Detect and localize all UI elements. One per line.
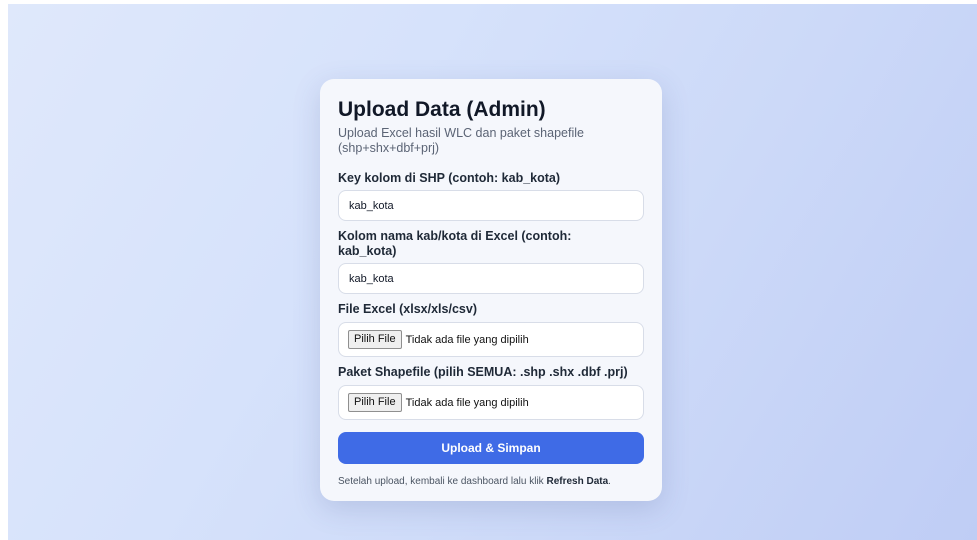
shapefile-label: Paket Shapefile (pilih SEMUA: .shp .shx … xyxy=(338,365,628,379)
excel-file-status: Tidak ada file yang dipilih xyxy=(405,333,529,346)
upload-card: Upload Data (Admin) Upload Excel hasil W… xyxy=(320,79,662,501)
shp-key-input[interactable] xyxy=(338,190,644,221)
page-title: Upload Data (Admin) xyxy=(338,98,546,121)
shp-key-label: Key kolom di SHP (contoh: kab_kota) xyxy=(338,171,561,185)
excel-choose-file-button[interactable]: Pilih File xyxy=(348,330,402,349)
footer-text: Setelah upload, kembali ke dashboard lal… xyxy=(338,476,547,487)
excel-file-label: File Excel (xlsx/xls/csv) xyxy=(338,302,477,316)
shapefile-file-status: Tidak ada file yang dipilih xyxy=(405,396,529,409)
page-subtitle: Upload Excel hasil WLC dan paket shapefi… xyxy=(338,126,584,155)
shapefile-file-field[interactable]: Pilih File Tidak ada file yang dipilih xyxy=(338,385,644,420)
shapefile-choose-file-button[interactable]: Pilih File xyxy=(348,393,402,412)
excel-file-field[interactable]: Pilih File Tidak ada file yang dipilih xyxy=(338,322,644,357)
page-background: Upload Data (Admin) Upload Excel hasil W… xyxy=(8,4,977,540)
excel-key-input[interactable] xyxy=(338,263,644,294)
footer-note: Setelah upload, kembali ke dashboard lal… xyxy=(338,475,644,488)
upload-save-button[interactable]: Upload & Simpan xyxy=(338,432,644,464)
excel-key-label: Kolom nama kab/kota di Excel (contoh: ka… xyxy=(338,229,572,258)
refresh-data-label: Refresh Data xyxy=(546,476,609,487)
footer-period: . xyxy=(608,476,611,487)
